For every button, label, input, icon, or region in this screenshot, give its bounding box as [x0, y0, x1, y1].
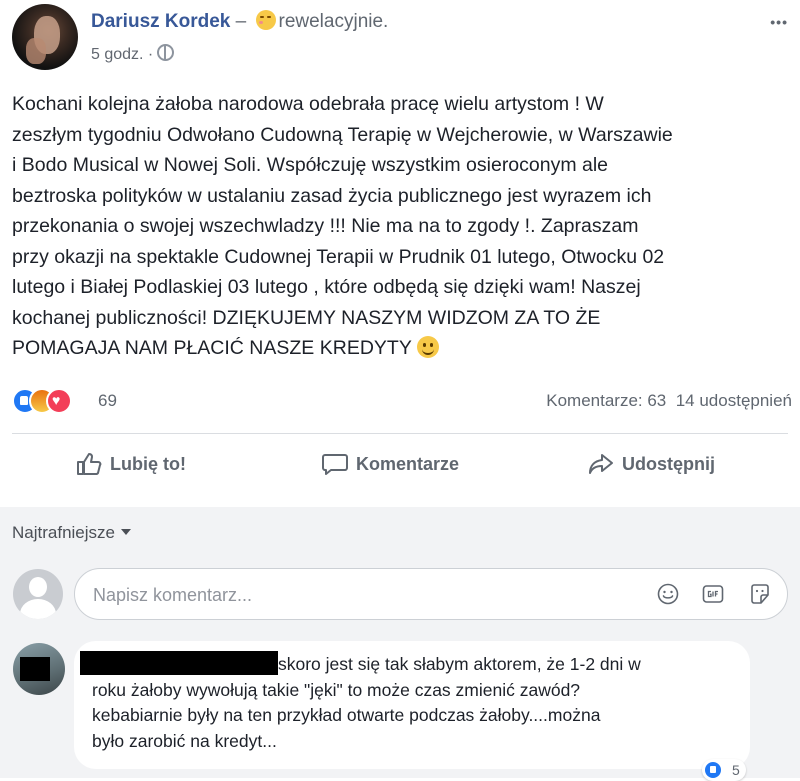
redacted-commenter-name	[80, 651, 278, 675]
gif-icon[interactable]	[702, 583, 724, 605]
share-button[interactable]: Udostępnij	[588, 453, 715, 475]
emoji-icon[interactable]	[657, 583, 679, 605]
current-user-avatar	[13, 569, 63, 619]
globe-icon	[157, 44, 175, 61]
caret-down-icon	[121, 529, 131, 535]
sticker-icon[interactable]	[749, 583, 771, 605]
post-card: Dariusz Kordek – rewelacyjnie. 5 godz. ·…	[0, 0, 800, 507]
divider	[12, 433, 788, 434]
feeling-emoji-icon	[255, 10, 276, 30]
thumbs-up-icon	[77, 453, 102, 475]
post-text-line: zeszłym tygodniu Odwołano Cudowną Terapi…	[12, 123, 673, 146]
speech-bubble-icon	[322, 454, 348, 475]
post-stats: Komentarze: 63 14 udostępnień	[546, 391, 792, 411]
like-button[interactable]: Lubię to!	[76, 453, 186, 475]
comment-input-box[interactable]	[74, 568, 788, 620]
comment-input[interactable]	[91, 581, 615, 609]
comment-sort-dropdown[interactable]: Najtrafniejsze	[12, 523, 131, 543]
reactions-count[interactable]: 69	[98, 391, 117, 411]
share-arrow-icon	[589, 454, 613, 474]
shares-count[interactable]: 14 udostępnień	[676, 391, 792, 410]
post-text-line: przekonania o swojej wszechwladzy !!! Ni…	[12, 215, 639, 237]
comment-button[interactable]: Komentarze	[322, 453, 459, 475]
smile-emoji-icon	[416, 336, 439, 358]
post-timestamp[interactable]: 5 godz. ·	[91, 44, 175, 64]
comment-text: skoro jest się tak słabym aktorem, że 1-…	[80, 651, 742, 754]
header-separator: –	[230, 11, 252, 32]
post-text-line: i Bodo Musical w Nowej Soli. Współczuję …	[12, 154, 609, 176]
comment-line: kebabiarnie były na ten przykład otwarte…	[92, 705, 601, 725]
comments-section: Najtrafniejsze skoro jest się tak słabym…	[0, 507, 800, 781]
comments-count[interactable]: Komentarze: 63	[546, 391, 666, 410]
redaction-block	[20, 657, 50, 681]
post-text-line: Kochani kolejna żałoba narodowa odebrała…	[12, 93, 604, 115]
like-reaction-icon	[705, 762, 721, 778]
comment-line: było zarobić na kredyt...	[92, 730, 277, 751]
post-text: Kochani kolejna żałoba narodowa odebrała…	[12, 89, 797, 364]
post-header: Dariusz Kordek – rewelacyjnie.	[91, 10, 388, 33]
post-text-line-last: POMAGAJA NAM PŁACIĆ NASZE KREDYTY	[12, 333, 797, 364]
comment-reactions-count: 5	[732, 762, 740, 778]
author-name[interactable]: Dariusz Kordek	[91, 11, 230, 32]
commenter-avatar[interactable]	[13, 643, 65, 695]
post-text-line: kochanej publiczności! DZIĘKUJEMY NASZYM…	[12, 306, 601, 329]
post-text-line: beztroska polityków w ustalaniu zasad ży…	[12, 184, 652, 207]
comment-line: roku żałoby wywołują takie "jęki" to moż…	[92, 679, 581, 700]
feeling-text: rewelacyjnie.	[278, 11, 389, 32]
comment-line: skoro jest się tak słabym aktorem, że 1-…	[80, 651, 742, 678]
love-reaction-icon	[46, 388, 72, 414]
author-avatar[interactable]	[12, 4, 78, 70]
post-text-line: lutego i Białej Podlaskiej 03 lutego , k…	[12, 276, 641, 298]
more-options-icon[interactable]: •••	[770, 14, 788, 30]
post-text-line: przy okazji na spektakle Cudownej Terapi…	[12, 245, 665, 268]
